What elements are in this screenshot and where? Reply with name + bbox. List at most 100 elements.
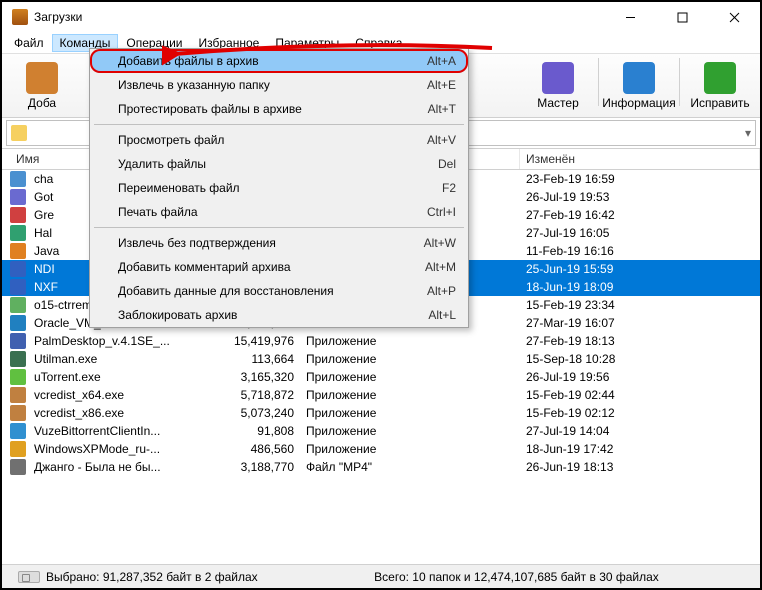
table-row[interactable]: uTorrent.exe3,165,320Приложение26-Jul-19… <box>2 368 760 386</box>
commands-menu: Добавить файлы в архивAlt+AИзвлечь в ука… <box>89 48 469 328</box>
menu-item-shortcut: Del <box>438 157 456 171</box>
file-icon <box>10 279 26 295</box>
file-icon <box>10 459 26 475</box>
menu-item-label: Удалить файлы <box>118 157 438 171</box>
cell-type: Приложение <box>300 334 520 348</box>
wizard-icon[interactable]: Мастер <box>522 58 594 114</box>
cell-name: vcredist_x64.exe <box>28 388 226 402</box>
menu-item-shortcut: Alt+L <box>428 308 456 322</box>
menu-item[interactable]: Извлечь без подтвержденияAlt+W <box>90 231 468 255</box>
menu-item-label: Печать файла <box>118 205 427 219</box>
cell-name: PalmDesktop_v.4.1SE_... <box>28 334 226 348</box>
table-row[interactable]: vcredist_x86.exe5,073,240Приложение15-Fe… <box>2 404 760 422</box>
menu-item-shortcut: Alt+M <box>425 260 456 274</box>
file-icon <box>10 333 26 349</box>
file-icon <box>10 189 26 205</box>
archive-add-icon <box>26 62 58 94</box>
toolbar-label: Исправить <box>690 96 749 110</box>
menu-файл[interactable]: Файл <box>6 34 52 52</box>
wizard-icon <box>542 62 574 94</box>
repair-icon <box>704 62 736 94</box>
file-icon <box>10 243 26 259</box>
cell-modified: 15-Sep-18 10:28 <box>520 352 760 366</box>
cell-name: Utilman.exe <box>28 352 226 366</box>
cell-modified: 11-Feb-19 16:16 <box>520 244 760 258</box>
menu-item-shortcut: Alt+E <box>427 78 456 92</box>
menu-item-shortcut: Alt+W <box>424 236 456 250</box>
cell-modified: 18-Jun-19 17:42 <box>520 442 760 456</box>
menu-item-shortcut: Alt+T <box>428 102 456 116</box>
menu-item[interactable]: Переименовать файлF2 <box>90 176 468 200</box>
menu-item-label: Извлечь без подтверждения <box>118 236 424 250</box>
minimize-button[interactable] <box>608 4 652 30</box>
table-row[interactable]: PalmDesktop_v.4.1SE_...15,419,976Приложе… <box>2 332 760 350</box>
cell-size: 15,419,976 <box>226 334 300 348</box>
cell-modified: 26-Jul-19 19:56 <box>520 370 760 384</box>
cell-type: Файл "MP4" <box>300 460 520 474</box>
file-icon <box>10 207 26 223</box>
menu-item-shortcut: Alt+P <box>427 284 456 298</box>
cell-name: WindowsXPMode_ru-... <box>28 442 226 456</box>
cell-size: 113,664 <box>226 352 300 366</box>
cell-size: 3,165,320 <box>226 370 300 384</box>
file-icon <box>10 441 26 457</box>
menu-item-shortcut: Alt+V <box>427 133 456 147</box>
menu-item[interactable]: Добавить комментарий архиваAlt+M <box>90 255 468 279</box>
status-selection: Выбрано: 91,287,352 байт в 2 файлах <box>46 570 258 584</box>
cell-size: 5,718,872 <box>226 388 300 402</box>
menu-item-shortcut: Alt+A <box>427 54 456 68</box>
menu-item-label: Добавить данные для восстановления <box>118 284 427 298</box>
toolbar-label: Доба <box>28 96 56 110</box>
menu-item-shortcut: Ctrl+I <box>427 205 456 219</box>
cell-modified: 26-Jul-19 19:53 <box>520 190 760 204</box>
menu-item[interactable]: Добавить файлы в архивAlt+A <box>90 49 468 73</box>
cell-type: Приложение <box>300 352 520 366</box>
menu-item[interactable]: Печать файлаCtrl+I <box>90 200 468 224</box>
table-row[interactable]: VuzeBittorrentClientIn...91,808Приложени… <box>2 422 760 440</box>
menu-item-label: Извлечь в указанную папку <box>118 78 427 92</box>
table-row[interactable]: WindowsXPMode_ru-...486,560Приложение18-… <box>2 440 760 458</box>
file-icon <box>10 423 26 439</box>
cell-size: 486,560 <box>226 442 300 456</box>
cell-type: Приложение <box>300 424 520 438</box>
window-controls <box>608 4 756 30</box>
info-icon <box>623 62 655 94</box>
cell-type: Приложение <box>300 388 520 402</box>
file-icon <box>10 369 26 385</box>
cell-name: vcredist_x86.exe <box>28 406 226 420</box>
archive-add-icon[interactable]: Доба <box>6 58 78 114</box>
table-row[interactable]: Utilman.exe113,664Приложение15-Sep-18 10… <box>2 350 760 368</box>
menu-item[interactable]: Просмотреть файлAlt+V <box>90 128 468 152</box>
file-icon <box>10 315 26 331</box>
repair-icon[interactable]: Исправить <box>684 58 756 114</box>
file-icon <box>10 225 26 241</box>
cell-modified: 23-Feb-19 16:59 <box>520 172 760 186</box>
cell-modified: 27-Feb-19 16:42 <box>520 208 760 222</box>
menu-item[interactable]: Заблокировать архивAlt+L <box>90 303 468 327</box>
status-bar: Выбрано: 91,287,352 байт в 2 файлах Всег… <box>2 564 760 588</box>
menu-item[interactable]: Добавить данные для восстановленияAlt+P <box>90 279 468 303</box>
cell-modified: 26-Jun-19 18:13 <box>520 460 760 474</box>
cell-name: VuzeBittorrentClientIn... <box>28 424 226 438</box>
window-title: Загрузки <box>34 10 608 24</box>
col-modified[interactable]: Изменён <box>520 149 760 169</box>
maximize-button[interactable] <box>660 4 704 30</box>
menu-item[interactable]: Извлечь в указанную папкуAlt+E <box>90 73 468 97</box>
menu-item[interactable]: Протестировать файлы в архивеAlt+T <box>90 97 468 121</box>
cell-modified: 15-Feb-19 02:12 <box>520 406 760 420</box>
app-icon <box>12 9 28 25</box>
cell-modified: 18-Jun-19 18:09 <box>520 280 760 294</box>
cell-modified: 27-Mar-19 16:07 <box>520 316 760 330</box>
menu-item[interactable]: Удалить файлыDel <box>90 152 468 176</box>
dropdown-icon[interactable]: ▾ <box>745 126 751 140</box>
table-row[interactable]: Джанго - Была не бы...3,188,770Файл "MP4… <box>2 458 760 476</box>
menu-item-label: Просмотреть файл <box>118 133 427 147</box>
cell-modified: 27-Jul-19 16:05 <box>520 226 760 240</box>
close-button[interactable] <box>712 4 756 30</box>
drive-icon <box>18 571 40 583</box>
table-row[interactable]: vcredist_x64.exe5,718,872Приложение15-Fe… <box>2 386 760 404</box>
info-icon[interactable]: Информация <box>603 58 675 114</box>
menu-item-label: Заблокировать архив <box>118 308 428 322</box>
toolbar-label: Информация <box>602 96 675 110</box>
cell-modified: 25-Jun-19 15:59 <box>520 262 760 276</box>
